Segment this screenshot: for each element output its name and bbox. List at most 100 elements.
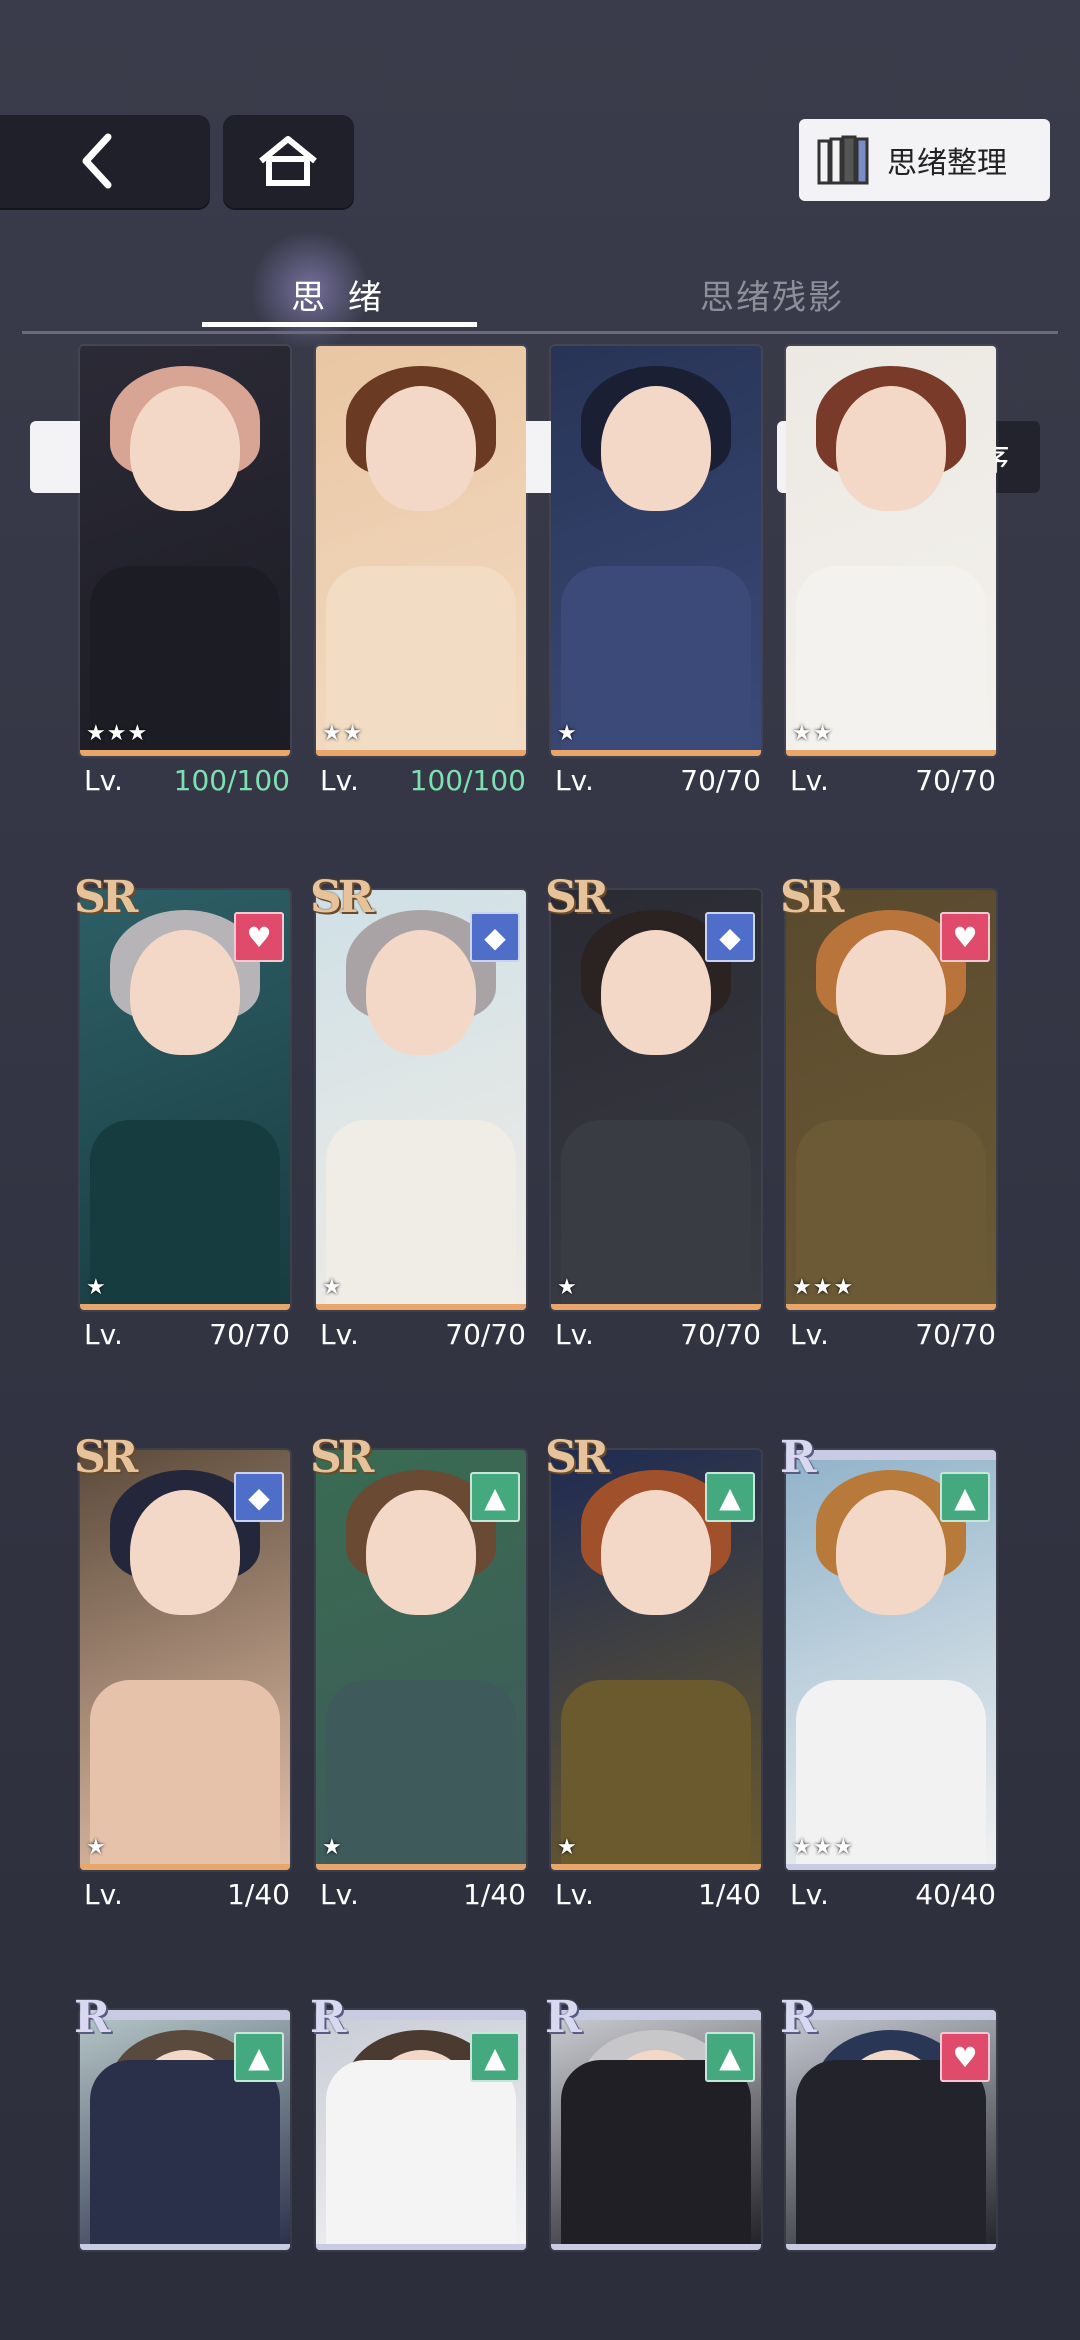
heart-icon: ♥ [940, 2032, 990, 2082]
level-value: 70/70 [680, 1318, 761, 1351]
thought-card[interactable]: ★ SR ◆ Lv. 70/70 [545, 872, 761, 1370]
thought-card[interactable]: ★ SR ♥ Lv. 70/70 [74, 872, 290, 1370]
card-bottom-bar [786, 1304, 996, 1310]
star-rating: ★ [557, 1835, 578, 1860]
level-value: 70/70 [915, 1318, 996, 1351]
level-row: Lv. 40/40 [790, 1878, 996, 1911]
level-row: Lv. 70/70 [84, 1318, 290, 1351]
star-rating: ★ [557, 1275, 578, 1300]
heart-icon: ♥ [940, 912, 990, 962]
level-row: Lv. 100/100 [320, 764, 526, 797]
star-rating: ★★★ [86, 721, 149, 746]
rarity-badge: R [545, 1992, 582, 2043]
thought-card[interactable]: ★★★ R ▲ Lv. 40/40 [780, 1432, 996, 1930]
rarity-badge: SR [310, 1432, 374, 1483]
thought-card[interactable]: ★ Lv. 70/70 [551, 346, 761, 816]
tab-bar: 思 绪 思绪残影 [22, 270, 1058, 334]
home-button[interactable] [223, 115, 354, 208]
level-value: 70/70 [915, 764, 996, 797]
card-art: ★ [551, 346, 761, 756]
heart-icon: ♥ [234, 912, 284, 962]
triangle-icon: ▲ [470, 1472, 520, 1522]
card-bottom-bar [551, 1304, 761, 1310]
thought-card[interactable]: ★★★ Lv. 100/100 [80, 346, 290, 816]
level-row: Lv. 70/70 [555, 764, 761, 797]
card-bottom-bar [80, 2244, 290, 2250]
thought-card[interactable]: ★ SR ◆ Lv. 70/70 [310, 872, 526, 1370]
star-rating: ★★ [792, 721, 834, 746]
rarity-badge: SR [74, 1432, 138, 1483]
tab-thought-shadows[interactable]: 思绪残影 [652, 270, 892, 319]
star-rating: ★★ [322, 721, 364, 746]
card-bottom-bar [551, 1864, 761, 1870]
star-rating: ★ [86, 1275, 107, 1300]
card-bottom-bar [316, 2244, 526, 2250]
level-row: Lv. 1/40 [555, 1878, 761, 1911]
level-prefix: Lv. [555, 764, 594, 797]
card-bottom-bar [316, 750, 526, 756]
star-rating: ★★★ [792, 1275, 855, 1300]
thought-card[interactable]: ★ SR ▲ Lv. 1/40 [310, 1432, 526, 1930]
level-row: Lv. 1/40 [320, 1878, 526, 1911]
card-art: ★★★ [80, 346, 290, 756]
thought-card[interactable]: R ▲ [545, 1992, 761, 2310]
tab-thoughts[interactable]: 思 绪 [202, 270, 477, 327]
card-art: ★★ [786, 346, 996, 756]
triangle-icon: ▲ [705, 2032, 755, 2082]
top-bar: 思绪整理 [0, 115, 1080, 210]
card-bottom-bar [786, 2244, 996, 2250]
level-row: Lv. 70/70 [555, 1318, 761, 1351]
rarity-badge: SR [310, 872, 374, 923]
level-prefix: Lv. [555, 1318, 594, 1351]
thought-card[interactable]: R ▲ [310, 1992, 526, 2310]
thought-card[interactable]: ★★ Lv. 70/70 [786, 346, 996, 816]
organize-button[interactable]: 思绪整理 [799, 119, 1050, 201]
level-value: 100/100 [173, 764, 290, 797]
level-prefix: Lv. [790, 1878, 829, 1911]
rarity-badge: SR [780, 872, 844, 923]
level-prefix: Lv. [790, 1318, 829, 1351]
star-rating: ★ [86, 1835, 107, 1860]
star-rating: ★ [322, 1835, 343, 1860]
thought-card[interactable]: ★★ Lv. 100/100 [316, 346, 526, 816]
cards-stack-icon [817, 135, 869, 185]
card-bottom-bar [786, 750, 996, 756]
card-art: ★★ [316, 346, 526, 756]
back-button[interactable] [0, 115, 210, 208]
level-prefix: Lv. [320, 1878, 359, 1911]
level-row: Lv. 70/70 [320, 1318, 526, 1351]
thought-card[interactable]: ★★★ SR ♥ Lv. 70/70 [780, 872, 996, 1370]
level-row: Lv. 70/70 [790, 1318, 996, 1351]
diamond-icon: ◆ [234, 1472, 284, 1522]
level-value: 70/70 [209, 1318, 290, 1351]
triangle-icon: ▲ [940, 1472, 990, 1522]
triangle-icon: ▲ [705, 1472, 755, 1522]
rarity-badge: SR [545, 872, 609, 923]
diamond-icon: ◆ [705, 912, 755, 962]
card-bottom-bar [551, 750, 761, 756]
diamond-icon: ◆ [470, 912, 520, 962]
level-prefix: Lv. [555, 1878, 594, 1911]
level-prefix: Lv. [320, 1318, 359, 1351]
star-rating: ★★★ [792, 1835, 855, 1860]
level-value: 100/100 [409, 764, 526, 797]
chevron-left-icon [82, 133, 112, 189]
triangle-icon: ▲ [470, 2032, 520, 2082]
rarity-badge: R [74, 1992, 111, 2043]
level-prefix: Lv. [84, 1318, 123, 1351]
level-prefix: Lv. [84, 1878, 123, 1911]
thought-card[interactable]: ★ SR ◆ Lv. 1/40 [74, 1432, 290, 1930]
level-value: 1/40 [463, 1878, 526, 1911]
level-prefix: Lv. [790, 764, 829, 797]
thought-card[interactable]: ★ SR ▲ Lv. 1/40 [545, 1432, 761, 1930]
thought-card[interactable]: R ▲ [74, 1992, 290, 2310]
level-value: 70/70 [680, 764, 761, 797]
rarity-badge: R [780, 1992, 817, 2043]
level-value: 1/40 [698, 1878, 761, 1911]
card-bottom-bar [80, 1304, 290, 1310]
card-bottom-bar [786, 1864, 996, 1870]
rarity-badge: SR [545, 1432, 609, 1483]
rarity-badge: R [310, 1992, 347, 2043]
card-bottom-bar [316, 1304, 526, 1310]
thought-card[interactable]: R ♥ [780, 1992, 996, 2310]
